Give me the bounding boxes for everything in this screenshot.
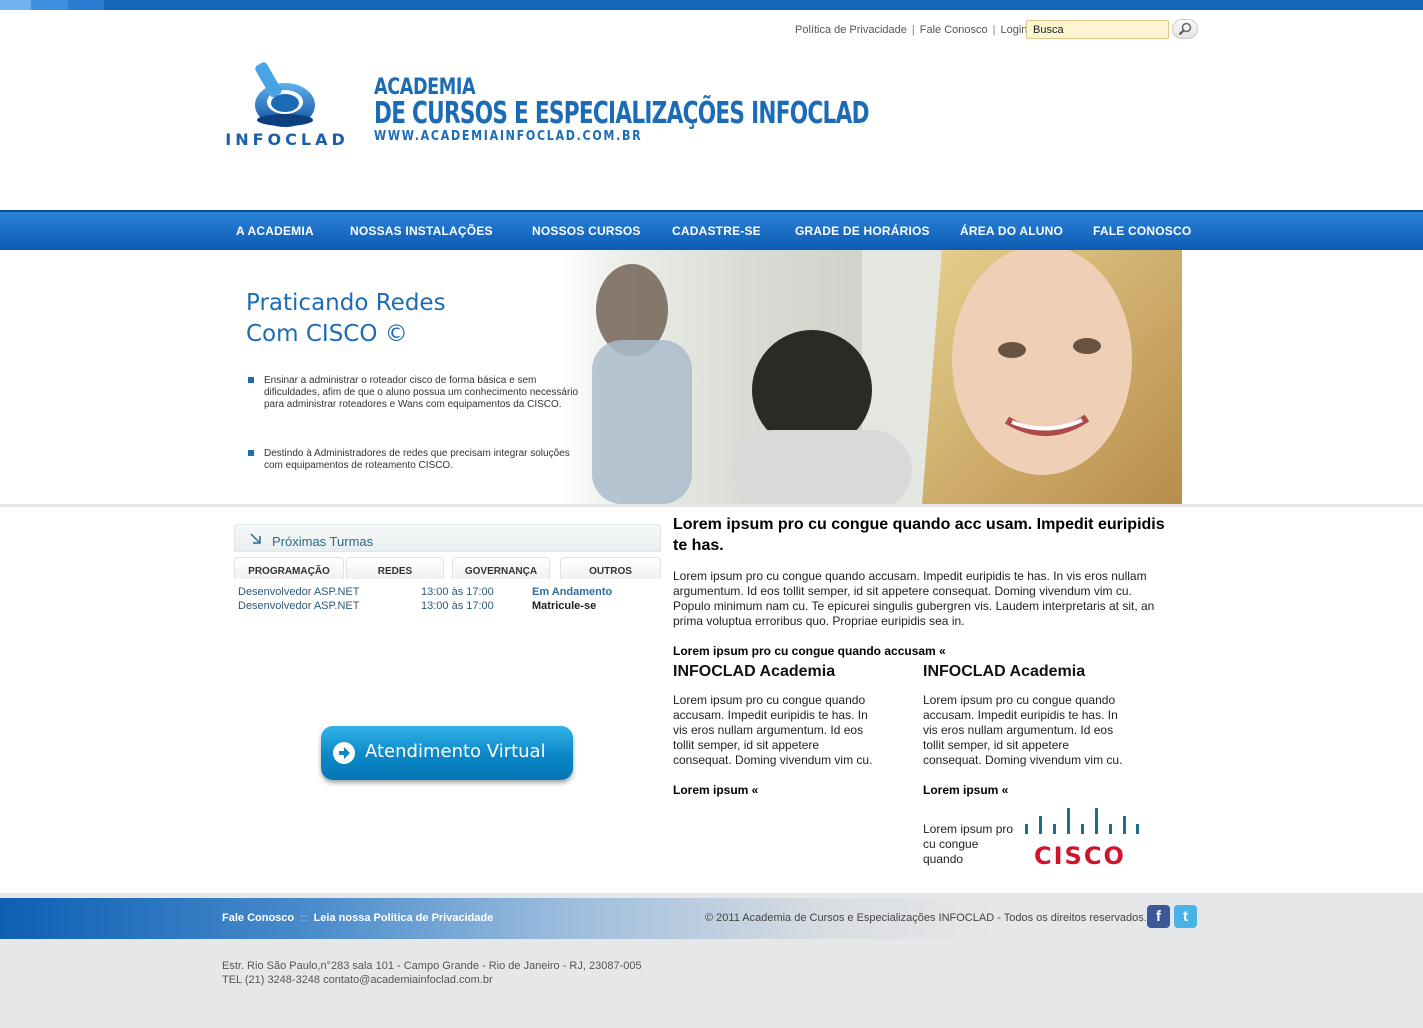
- top-bar-accent-3: [68, 0, 104, 10]
- cisco-wordmark: CISCO: [1034, 842, 1126, 870]
- top-color-bar: [0, 0, 1423, 10]
- footer-links: Fale Conosco :: Leia nossa Política de P…: [222, 912, 493, 924]
- column-read-more-link[interactable]: Lorem ipsum «: [923, 783, 1138, 797]
- banner-title-line-1: Praticando Redes: [246, 290, 446, 316]
- turmas-tabs: PROGRAMAÇÃO REDES GOVERNANÇA OUTROS: [234, 557, 661, 579]
- column-text: Lorem ipsum pro cu congue quando accusam…: [923, 693, 1123, 767]
- nav-item-instalacoes[interactable]: NOSSAS INSTALAÇÕES: [350, 224, 493, 238]
- nav-item-academia[interactable]: A ACADEMIA: [236, 224, 314, 238]
- copyright-text: © 2011 Academia de Cursos e Especializaç…: [705, 912, 1147, 924]
- column-text: Lorem ipsum pro cu congue quando accusam…: [673, 693, 873, 767]
- banner-bullet-text: Ensinar a administrar o roteador cisco d…: [264, 375, 579, 410]
- separator: |: [911, 24, 915, 36]
- infoclad-column-2: INFOCLAD Academia Lorem ipsum pro cu con…: [923, 663, 1138, 797]
- facebook-icon[interactable]: f: [1147, 905, 1170, 928]
- brand-url: WWW.ACADEMIAINFOCLAD.COM.BR: [374, 129, 643, 144]
- brand-line-2: DE CURSOS E ESPECIALIZAÇÕES INFOCLAD: [374, 96, 870, 131]
- separator: |: [992, 24, 996, 36]
- tab-redes[interactable]: REDES: [346, 557, 444, 579]
- course-time: 13:00 às 17:00: [421, 586, 494, 598]
- bullet-square-icon: [248, 450, 254, 456]
- main-nav: A ACADEMIA NOSSAS INSTALAÇÕES NOSSOS CUR…: [0, 210, 1423, 250]
- course-name[interactable]: Desenvolvedor ASP.NET: [238, 586, 359, 598]
- main-content: Lorem ipsum pro cu congue quando acc usa…: [673, 514, 1168, 658]
- people-photo-icon: [592, 250, 1182, 504]
- column-title: INFOCLAD Academia: [923, 663, 1086, 680]
- banner-bullet: Ensinar a administrar o roteador cisco d…: [248, 375, 588, 411]
- login-link[interactable]: Login: [1001, 24, 1028, 36]
- search-input[interactable]: [1026, 20, 1169, 39]
- course-name[interactable]: Desenvolvedor ASP.NET: [238, 600, 359, 612]
- course-status[interactable]: Em Andamento: [532, 586, 612, 598]
- top-bar-accent-1: [0, 0, 31, 10]
- arrow-down-right-icon: [250, 533, 261, 544]
- search-icon: [1178, 22, 1192, 36]
- footer-address: Estr. Rio São Paulo,n°283 sala 101 - Cam…: [222, 959, 642, 987]
- phone-line: TEL (21) 3248-3248 contato@academiainfoc…: [222, 974, 493, 986]
- banner-divider: [0, 504, 1423, 507]
- nav-item-grade[interactable]: GRADE DE HORÁRIOS: [795, 224, 930, 238]
- address-line: Estr. Rio São Paulo,n°283 sala 101 - Cam…: [222, 960, 642, 972]
- logo-text: INFOCLAD: [225, 130, 349, 149]
- nav-item-area-aluno[interactable]: ÁREA DO ALUNO: [960, 224, 1063, 238]
- atendimento-label: Atendimento Virtual: [365, 741, 546, 762]
- banner-title: Praticando Redes Com CISCO ©: [246, 288, 446, 350]
- banner-title-line-2: Com CISCO ©: [246, 321, 408, 347]
- proximas-turmas-panel: Próximas Turmas PROGRAMAÇÃO REDES GOVERN…: [234, 524, 661, 612]
- nav-item-cadastre[interactable]: CADASTRE-SE: [672, 224, 761, 238]
- cisco-caption: Lorem ipsum pro cu congue quando: [923, 822, 1014, 866]
- top-links: Política de Privacidade | Fale Conosco |…: [795, 24, 1027, 36]
- privacy-link[interactable]: Política de Privacidade: [795, 24, 907, 36]
- top-bar-accent-2: [31, 0, 68, 10]
- column-title: INFOCLAD Academia: [673, 663, 836, 680]
- main-heading: Lorem ipsum pro cu congue quando acc usa…: [673, 516, 1165, 554]
- footer-privacy-link[interactable]: Leia nossa Política de Privacidade: [314, 912, 494, 924]
- arrow-right-circle-icon: [333, 742, 355, 764]
- turmas-title: Próximas Turmas: [272, 534, 374, 549]
- bullet-square-icon: [248, 377, 254, 383]
- cisco-bars-icon: [1025, 808, 1139, 834]
- tab-programacao[interactable]: PROGRAMAÇÃO: [234, 557, 344, 579]
- footer-separator: ::: [300, 912, 308, 924]
- brand-block: ACADEMIA DE CURSOS E ESPECIALIZAÇÕES INF…: [374, 76, 1061, 146]
- course-time: 13:00 às 17:00: [421, 600, 494, 612]
- tab-governanca[interactable]: GOVERNANÇA: [452, 557, 550, 579]
- tab-outros[interactable]: OUTROS: [560, 557, 661, 579]
- column-read-more-link[interactable]: Lorem ipsum «: [673, 783, 888, 797]
- search-button[interactable]: [1172, 19, 1198, 39]
- course-status[interactable]: Matricule-se: [532, 600, 596, 612]
- infoclad-logo[interactable]: INFOCLAD: [222, 60, 352, 150]
- hero-photo: [562, 250, 1182, 504]
- nav-item-cursos[interactable]: NOSSOS CURSOS: [532, 224, 641, 238]
- banner-bullet-text: Destindo à Administradores de redes que …: [264, 448, 570, 471]
- hero-banner: Praticando Redes Com CISCO © Ensinar a a…: [222, 250, 1182, 504]
- turmas-header: Próximas Turmas: [234, 524, 661, 552]
- main-body: Lorem ipsum pro cu congue quando accusam…: [673, 569, 1155, 628]
- atendimento-virtual-button[interactable]: Atendimento Virtual: [321, 726, 573, 780]
- twitter-icon[interactable]: t: [1174, 905, 1197, 928]
- footer-contact-link[interactable]: Fale Conosco: [222, 912, 294, 924]
- main-read-more-link[interactable]: Lorem ipsum pro cu congue quando accusam…: [673, 644, 1168, 658]
- banner-bullet: Destindo à Administradores de redes que …: [248, 448, 588, 472]
- cisco-logo[interactable]: CISCO: [1022, 804, 1142, 870]
- contact-link[interactable]: Fale Conosco: [920, 24, 988, 36]
- infoclad-column-1: INFOCLAD Academia Lorem ipsum pro cu con…: [673, 663, 888, 797]
- nav-item-fale-conosco[interactable]: FALE CONOSCO: [1093, 224, 1191, 238]
